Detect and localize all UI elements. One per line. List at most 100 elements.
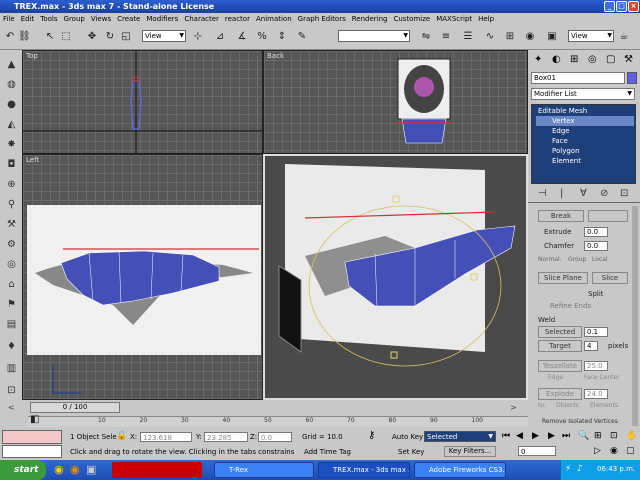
cloth-icon[interactable]: ▤	[5, 318, 18, 331]
break-button[interactable]: Break	[538, 210, 584, 222]
mirror-icon[interactable]: ⇋	[420, 31, 432, 43]
task-trex[interactable]: T-Rex	[214, 462, 314, 478]
configure-sets-icon[interactable]: ⊡	[620, 188, 628, 199]
auto-key-button[interactable]: Auto Key	[392, 433, 423, 441]
sphere-icon[interactable]: ●	[5, 98, 18, 111]
time-slider[interactable]: 0 / 100	[30, 402, 120, 413]
zoom-icon[interactable]: 🔍	[578, 431, 589, 441]
quicklaunch-ie-icon[interactable]: ◉	[54, 463, 64, 476]
slice-button[interactable]: Slice	[592, 272, 628, 284]
move-icon[interactable]: ✥	[86, 31, 98, 43]
arc-rotate-icon[interactable]: ◉	[610, 446, 618, 456]
explode-spinner[interactable]: 24.0	[584, 389, 608, 399]
select-object-icon[interactable]: ↖	[44, 31, 56, 43]
weld-threshold-spinner[interactable]: 0.1	[584, 327, 608, 337]
menu-item-create[interactable]: Create	[114, 13, 143, 26]
key-filters-button[interactable]: Key Filters...	[444, 446, 496, 457]
angle-snap-icon[interactable]: ∡	[236, 31, 248, 43]
objects-radio[interactable]: Objects	[556, 402, 579, 409]
current-frame-field[interactable]: 0	[518, 446, 556, 456]
stack-item-vertex[interactable]: Vertex	[552, 117, 575, 125]
menu-item-edit[interactable]: Edit	[18, 13, 38, 26]
tessellate-spinner[interactable]: 25.0	[584, 361, 608, 371]
tessellate-button[interactable]: Tessellate	[538, 360, 582, 372]
chamfer-label[interactable]: Chamfer	[544, 242, 574, 250]
key-icon[interactable]: ⚷	[368, 430, 375, 441]
curve-editor-icon[interactable]: ∿	[484, 31, 496, 43]
hidden-task[interactable]	[112, 462, 202, 478]
light-icon[interactable]: ✸	[5, 138, 18, 151]
menu-item-maxscript[interactable]: MAXScript	[433, 13, 475, 26]
start-button[interactable]: start	[0, 460, 46, 480]
quick-render-icon[interactable]: ☕	[618, 31, 630, 43]
z-coordinate-field[interactable]: 0.0	[258, 432, 292, 442]
motion-tab-icon[interactable]: ◎	[588, 54, 597, 65]
rigid-body-icon[interactable]: ▥	[5, 362, 18, 375]
clock[interactable]: 06:43 p.m.	[597, 465, 635, 473]
weld-target-button[interactable]: Target	[538, 340, 582, 352]
menu-item-modifiers[interactable]: Modifiers	[143, 13, 181, 26]
layer-icon[interactable]: ☰	[462, 31, 474, 43]
stack-item-polygon[interactable]: Polygon	[552, 147, 580, 155]
command-panel-scrollbar[interactable]	[632, 206, 638, 426]
stack-item-edge[interactable]: Edge	[552, 127, 570, 135]
scale-icon[interactable]: ◱	[120, 31, 132, 43]
minimize-button[interactable]: _	[604, 1, 615, 12]
close-button[interactable]: ×	[628, 1, 639, 12]
extrude-label[interactable]: Extrude	[544, 228, 571, 236]
create-tab-icon[interactable]: ✦	[534, 54, 542, 65]
stack-root[interactable]: Editable Mesh	[538, 107, 587, 115]
local-radio[interactable]: Local	[592, 256, 608, 263]
pin-stack-icon[interactable]: ⊣	[538, 188, 547, 199]
rotate-icon[interactable]: ↻	[104, 31, 116, 43]
stack-item-face[interactable]: Face	[552, 137, 568, 145]
refine-ends-checkbox[interactable]: Refine Ends	[550, 302, 591, 310]
menu-item-graph-editors[interactable]: Graph Editors	[295, 13, 349, 26]
modifier-stack[interactable]: Editable Mesh Vertex Edge Face Polygon E…	[531, 104, 636, 184]
wrench-icon[interactable]: ⚒	[5, 218, 18, 231]
select-link-icon[interactable]: ⛓	[18, 31, 31, 43]
create-icon[interactable]: ▲	[5, 58, 18, 71]
cylinder-icon[interactable]: ◍	[5, 78, 18, 91]
network-icon[interactable]: ⚡	[565, 464, 571, 474]
viewport-top[interactable]: Top	[22, 50, 263, 154]
snap-icon[interactable]: ⊿	[214, 31, 226, 43]
align-icon[interactable]: ≡	[440, 31, 452, 43]
y-coordinate-field[interactable]: 23.285	[204, 432, 248, 442]
menu-item-group[interactable]: Group	[61, 13, 88, 26]
explode-button[interactable]: Explode	[538, 388, 582, 400]
reactor-icon[interactable]: ♦	[5, 340, 18, 353]
play-icon[interactable]: ▶	[532, 431, 539, 441]
named-selection-icon[interactable]: ✎	[296, 31, 308, 43]
menu-item-character[interactable]: Character	[181, 13, 222, 26]
menu-item-animation[interactable]: Animation	[253, 13, 295, 26]
viewport-perspective[interactable]	[263, 154, 528, 400]
motion-icon[interactable]: ◎	[5, 258, 18, 271]
zoom-all-icon[interactable]: ⊞	[594, 431, 602, 441]
go-to-start-icon[interactable]: ⏮	[502, 431, 510, 441]
previous-frame-icon[interactable]: ◀	[516, 431, 523, 441]
x-coordinate-field[interactable]: 123.618	[140, 432, 192, 442]
viewport-back[interactable]: Back	[263, 50, 528, 154]
cone-icon[interactable]: ◭	[5, 118, 18, 131]
task-3dsmax[interactable]: TREX.max - 3ds max ...	[318, 462, 410, 478]
task-fireworks[interactable]: Adobe Fireworks CS3...	[414, 462, 506, 478]
menu-item-customize[interactable]: Customize	[390, 13, 433, 26]
object-name-field[interactable]: Box01	[531, 72, 625, 84]
stack-item-element[interactable]: Element	[552, 157, 581, 165]
turn-button[interactable]	[588, 210, 628, 222]
named-selection-dropdown[interactable]: ▼	[338, 30, 410, 42]
maximize-viewport-icon[interactable]: ▢	[626, 446, 635, 456]
pivot-icon[interactable]: ⊹	[192, 31, 204, 43]
remove-modifier-icon[interactable]: ⊘	[600, 188, 608, 199]
weld-selected-button[interactable]: Selected	[538, 326, 582, 338]
slice-plane-button[interactable]: Slice Plane	[538, 272, 588, 284]
modifier-list-dropdown[interactable]: Modifier List ▼	[531, 88, 635, 100]
viewport-left[interactable]: Left	[22, 154, 263, 400]
face-center-radio[interactable]: Face Center	[584, 374, 620, 381]
go-to-end-icon[interactable]: ⏭	[562, 431, 570, 441]
maximize-button[interactable]: □	[616, 1, 627, 12]
display-tab-icon[interactable]: ▢	[606, 54, 615, 65]
time-slider-left-icon[interactable]: <	[8, 403, 28, 413]
key-mode-dropdown[interactable]: Selected ▼	[424, 431, 496, 442]
